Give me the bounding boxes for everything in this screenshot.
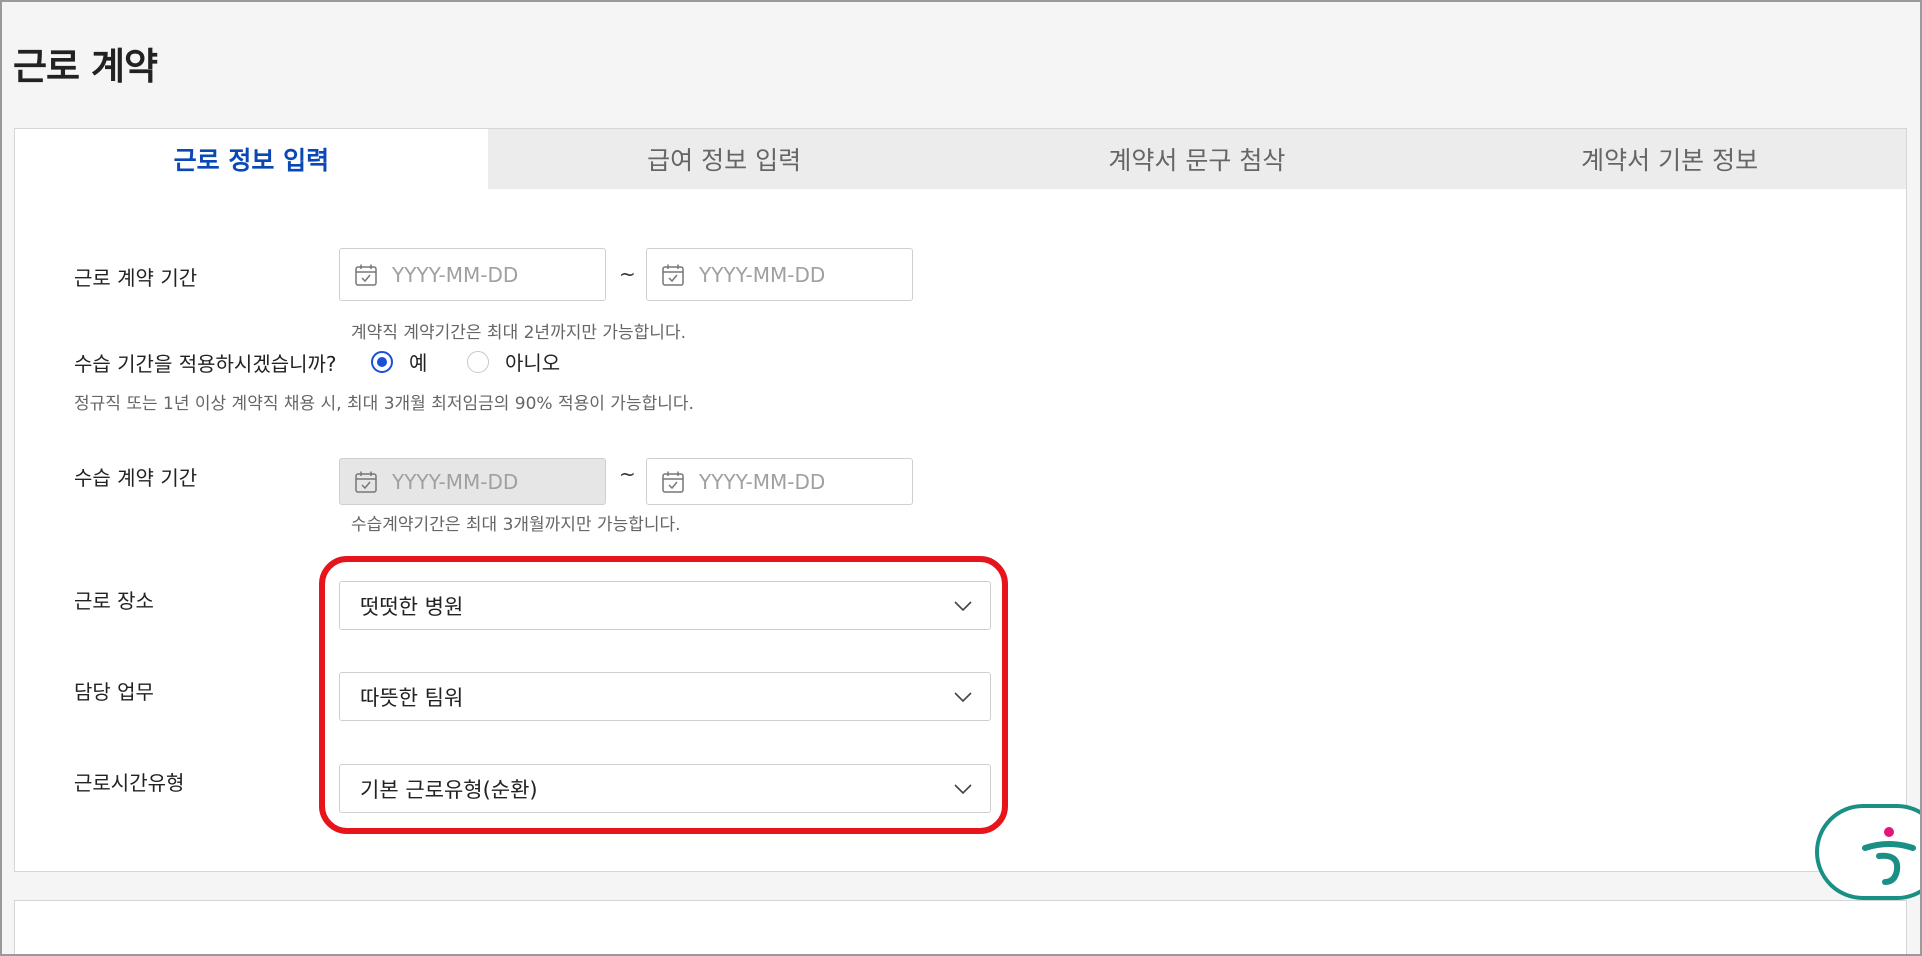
probation-start-date-placeholder: YYYY-MM-DD	[392, 469, 519, 494]
calendar-icon	[662, 471, 684, 493]
probation-yes-radio[interactable]: 예	[371, 347, 427, 376]
probation-end-date-input[interactable]: YYYY-MM-DD	[646, 458, 913, 505]
work-hours-type-label: 근로시간유형	[74, 771, 185, 795]
calendar-icon	[355, 264, 377, 286]
probation-period-hint: 수습계약기간은 최대 3개월까지만 가능합니다.	[351, 515, 681, 535]
probation-no-radio[interactable]: 아니오	[467, 347, 560, 376]
annotation-highlight-box	[319, 556, 1008, 834]
radio-unselected-icon	[467, 350, 489, 373]
contract-period-label: 근로 계약 기간	[74, 266, 198, 290]
date-separator: ~	[619, 262, 636, 286]
workplace-label: 근로 장소	[74, 589, 154, 613]
probation-period-label: 수습 계약 기간	[74, 466, 198, 490]
radio-selected-icon	[371, 350, 393, 373]
date-separator: ~	[619, 462, 636, 486]
contract-start-date-placeholder: YYYY-MM-DD	[392, 262, 519, 287]
assistant-button[interactable]	[1815, 804, 1922, 900]
tab-bar: 근로 정보 입력 급여 정보 입력 계약서 문구 첨삭 계약서 기본 정보	[15, 129, 1906, 189]
contract-end-date-placeholder: YYYY-MM-DD	[699, 262, 826, 287]
calendar-icon	[355, 471, 377, 493]
probation-question: 수습 기간을 적용하시겠습니까?	[74, 352, 337, 376]
next-section-card	[14, 900, 1907, 956]
probation-end-date-placeholder: YYYY-MM-DD	[699, 469, 826, 494]
tab-salary-info[interactable]: 급여 정보 입력	[487, 129, 961, 189]
duty-label: 담당 업무	[74, 680, 154, 704]
contract-period-hint: 계약직 계약기간은 최대 2년까지만 가능합니다.	[351, 323, 686, 343]
probation-no-label: 아니오	[505, 351, 561, 375]
probation-yes-label: 예	[409, 351, 428, 375]
calendar-icon	[662, 264, 684, 286]
probation-start-date-input: YYYY-MM-DD	[339, 458, 606, 505]
tab-contract-basic-info[interactable]: 계약서 기본 정보	[1433, 129, 1906, 189]
probation-hint: 정규직 또는 1년 이상 계약직 채용 시, 최대 3개월 최저임금의 90% …	[74, 394, 694, 414]
contract-start-date-input[interactable]: YYYY-MM-DD	[339, 248, 606, 301]
hana-logo-icon	[1862, 827, 1916, 885]
contract-end-date-input[interactable]: YYYY-MM-DD	[646, 248, 913, 301]
tab-work-info[interactable]: 근로 정보 입력	[15, 129, 488, 189]
tab-contract-editing[interactable]: 계약서 문구 첨삭	[960, 129, 1434, 189]
page-title: 근로 계약	[13, 45, 158, 88]
